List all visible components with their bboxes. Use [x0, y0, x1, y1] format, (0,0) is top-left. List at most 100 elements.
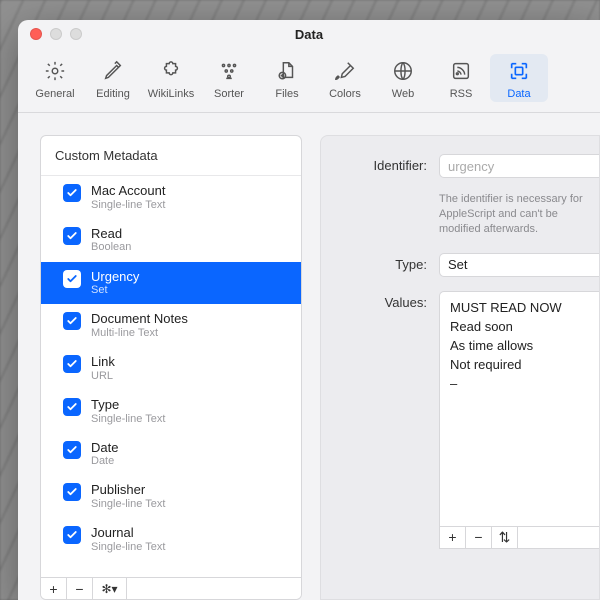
- identifier-label: Identifier:: [339, 154, 427, 173]
- metadata-row[interactable]: Mac AccountSingle-line Text: [41, 176, 301, 219]
- metadata-text: Document NotesMulti-line Text: [91, 311, 188, 340]
- tab-label: Files: [275, 88, 298, 100]
- value-item[interactable]: Read soon: [450, 317, 589, 336]
- metadata-subtype: Boolean: [91, 241, 131, 254]
- metadata-checkbox[interactable]: [63, 526, 81, 544]
- remove-metadata-button[interactable]: −: [67, 578, 93, 599]
- tab-files[interactable]: Files: [258, 54, 316, 102]
- metadata-subtype: Multi-line Text: [91, 327, 188, 340]
- tab-colors[interactable]: Colors: [316, 54, 374, 102]
- files-icon: [274, 58, 300, 84]
- metadata-row[interactable]: TypeSingle-line Text: [41, 390, 301, 433]
- add-value-button[interactable]: +: [440, 527, 466, 548]
- metadata-name: Publisher: [91, 482, 165, 498]
- metadata-text: Mac AccountSingle-line Text: [91, 183, 165, 212]
- metadata-text: JournalSingle-line Text: [91, 525, 165, 554]
- values-list[interactable]: MUST READ NOWRead soonAs time allowsNot …: [439, 291, 599, 527]
- globe-icon: [390, 58, 416, 84]
- metadata-name: Read: [91, 226, 131, 242]
- type-field: Type: Set: [339, 253, 599, 277]
- content: Custom Metadata Mac AccountSingle-line T…: [18, 113, 600, 600]
- zoom-window-button[interactable]: [70, 28, 82, 40]
- metadata-checkbox[interactable]: [63, 483, 81, 501]
- metadata-name: Urgency: [91, 269, 139, 285]
- metadata-checkbox[interactable]: [63, 184, 81, 202]
- identifier-input[interactable]: urgency: [439, 154, 599, 178]
- metadata-row[interactable]: Document NotesMulti-line Text: [41, 304, 301, 347]
- values-label: Values:: [339, 291, 427, 310]
- tab-general[interactable]: General: [26, 54, 84, 102]
- tab-label: Editing: [96, 88, 130, 100]
- minimize-window-button[interactable]: [50, 28, 62, 40]
- metadata-row[interactable]: LinkURL: [41, 347, 301, 390]
- metadata-name: Type: [91, 397, 165, 413]
- pencil-icon: [100, 58, 126, 84]
- titlebar: Data: [18, 20, 600, 48]
- tab-label: Colors: [329, 88, 361, 100]
- values-box: MUST READ NOWRead soonAs time allowsNot …: [439, 291, 599, 549]
- value-item[interactable]: As time allows: [450, 336, 589, 355]
- metadata-checkbox[interactable]: [63, 312, 81, 330]
- value-item[interactable]: MUST READ NOW: [450, 298, 589, 317]
- identifier-field: Identifier: urgency: [339, 154, 599, 178]
- reorder-values-button[interactable]: ⇅: [492, 527, 518, 548]
- tab-label: WikiLinks: [148, 88, 194, 100]
- value-item[interactable]: –: [450, 374, 589, 393]
- preferences-window: Data General Editing WikiLinks Sorter: [18, 20, 600, 600]
- metadata-text: PublisherSingle-line Text: [91, 482, 165, 511]
- values-field: Values: MUST READ NOWRead soonAs time al…: [339, 291, 599, 573]
- detail-panel: Identifier: urgency The identifier is ne…: [320, 135, 600, 600]
- remove-value-button[interactable]: −: [466, 527, 492, 548]
- tab-web[interactable]: Web: [374, 54, 432, 102]
- metadata-list[interactable]: Mac AccountSingle-line TextReadBooleanUr…: [41, 176, 301, 577]
- data-select-icon: [506, 58, 532, 84]
- metadata-name: Journal: [91, 525, 165, 541]
- metadata-text: DateDate: [91, 440, 118, 469]
- metadata-checkbox[interactable]: [63, 441, 81, 459]
- window-title: Data: [18, 27, 600, 42]
- traffic-lights: [30, 28, 82, 40]
- tab-sorter[interactable]: Sorter: [200, 54, 258, 102]
- gear-icon: [42, 58, 68, 84]
- metadata-subtype: Single-line Text: [91, 498, 165, 511]
- tab-rss[interactable]: RSS: [432, 54, 490, 102]
- metadata-row[interactable]: DateDate: [41, 433, 301, 476]
- tab-label: Sorter: [214, 88, 244, 100]
- metadata-name: Mac Account: [91, 183, 165, 199]
- metadata-list-header: Custom Metadata: [41, 136, 301, 176]
- tab-wikilinks[interactable]: WikiLinks: [142, 54, 200, 102]
- metadata-text: TypeSingle-line Text: [91, 397, 165, 426]
- metadata-checkbox[interactable]: [63, 398, 81, 416]
- metadata-text: ReadBoolean: [91, 226, 131, 255]
- type-select[interactable]: Set: [439, 253, 599, 277]
- tab-label: RSS: [450, 88, 473, 100]
- metadata-row[interactable]: ReadBoolean: [41, 219, 301, 262]
- metadata-checkbox[interactable]: [63, 227, 81, 245]
- metadata-row[interactable]: PublisherSingle-line Text: [41, 475, 301, 518]
- close-window-button[interactable]: [30, 28, 42, 40]
- metadata-subtype: Date: [91, 455, 118, 468]
- metadata-text: LinkURL: [91, 354, 115, 383]
- tab-label: Data: [507, 88, 530, 100]
- tab-label: Web: [392, 88, 414, 100]
- metadata-checkbox[interactable]: [63, 270, 81, 288]
- metadata-row[interactable]: JournalSingle-line Text: [41, 518, 301, 561]
- metadata-name: Document Notes: [91, 311, 188, 327]
- tab-label: General: [35, 88, 74, 100]
- rss-icon: [448, 58, 474, 84]
- tab-editing[interactable]: Editing: [84, 54, 142, 102]
- metadata-subtype: Set: [91, 284, 139, 297]
- metadata-subtype: Single-line Text: [91, 541, 165, 554]
- brush-icon: [332, 58, 358, 84]
- add-metadata-button[interactable]: +: [41, 578, 67, 599]
- puzzle-icon: [158, 58, 184, 84]
- toolbar: General Editing WikiLinks Sorter Files: [18, 48, 600, 113]
- metadata-name: Link: [91, 354, 115, 370]
- metadata-name: Date: [91, 440, 118, 456]
- metadata-actions-menu[interactable]: ✻▾: [93, 578, 127, 599]
- metadata-text: UrgencySet: [91, 269, 139, 298]
- value-item[interactable]: Not required: [450, 355, 589, 374]
- tab-data[interactable]: Data: [490, 54, 548, 102]
- metadata-row[interactable]: UrgencySet: [41, 262, 301, 305]
- metadata-checkbox[interactable]: [63, 355, 81, 373]
